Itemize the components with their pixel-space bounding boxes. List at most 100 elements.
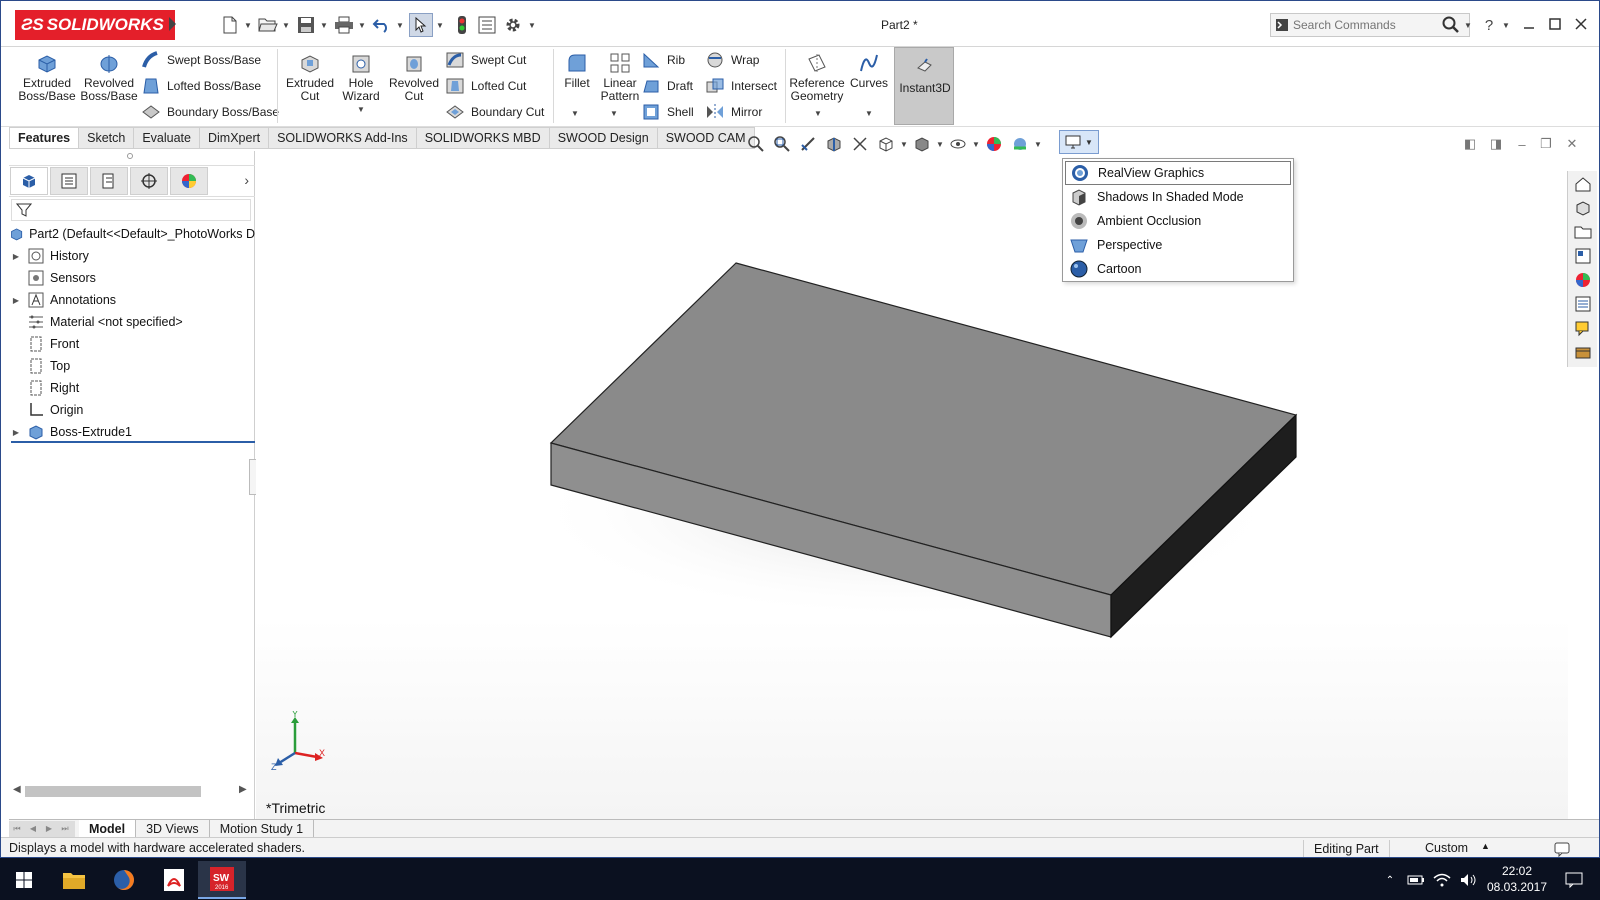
custom-properties-icon[interactable]: [1571, 293, 1595, 315]
tab-solidworks-add-ins[interactable]: SOLIDWORKS Add-Ins: [269, 127, 417, 149]
solidworks-resources-home-icon[interactable]: [1571, 173, 1595, 195]
tab-model[interactable]: Model: [79, 820, 137, 837]
swept-cut-button[interactable]: Swept Cut: [445, 49, 526, 71]
search-input[interactable]: [1293, 18, 1433, 32]
show-hidden-icons-icon[interactable]: ⌃: [1380, 861, 1400, 899]
scroll-thumb[interactable]: [25, 786, 201, 797]
fillet-button[interactable]: Fillet: [559, 51, 595, 90]
menu-item-ambient-occlusion[interactable]: Ambient Occlusion: [1065, 209, 1291, 233]
apply-scene-icon[interactable]: [1007, 133, 1033, 155]
instant3d-button[interactable]: Instant3D: [894, 47, 954, 125]
draft-button[interactable]: Draft: [641, 75, 693, 97]
tree-item-sensors[interactable]: Sensors: [9, 267, 255, 289]
file-properties-icon[interactable]: [475, 13, 499, 37]
viewport-minimize-icon[interactable]: –: [1513, 135, 1531, 153]
chevron-down-icon[interactable]: ▼: [527, 13, 537, 37]
menu-expand-icon[interactable]: [169, 17, 176, 31]
tab-swood-design[interactable]: SWOOD Design: [549, 127, 658, 149]
print-icon[interactable]: [331, 13, 357, 37]
chevron-up-icon[interactable]: ▲: [1481, 841, 1490, 851]
tab-swood-cam[interactable]: SWOOD CAM: [657, 127, 755, 149]
wrap-button[interactable]: Wrap: [705, 49, 759, 71]
plate-model[interactable]: [256, 151, 1568, 819]
select-cursor-icon[interactable]: [409, 13, 433, 37]
intersect-button[interactable]: Intersect: [705, 75, 777, 97]
chevron-down-icon[interactable]: ▼: [814, 109, 822, 118]
graphics-area[interactable]: [256, 151, 1568, 819]
tree-item-boss-extrude1[interactable]: ▶ Boss-Extrude1: [9, 421, 255, 443]
previous-view-icon[interactable]: [795, 133, 821, 155]
last-tab-icon[interactable]: ⏭: [57, 821, 73, 837]
chevron-down-icon[interactable]: ▼: [971, 140, 981, 149]
menu-item-cartoon[interactable]: Cartoon: [1065, 257, 1291, 281]
tree-item-material[interactable]: Material <not specified>: [9, 311, 255, 333]
chevron-right-icon[interactable]: ›: [244, 172, 249, 188]
zoom-to-area-icon[interactable]: [769, 133, 795, 155]
solidworks-taskbar-icon[interactable]: SW 2016: [198, 861, 246, 899]
lofted-cut-button[interactable]: Lofted Cut: [445, 75, 526, 97]
expand-icon[interactable]: ▶: [9, 252, 23, 261]
split-right-icon[interactable]: ◨: [1487, 135, 1505, 153]
chevron-down-icon[interactable]: ▼: [935, 140, 945, 149]
chevron-down-icon[interactable]: ▼: [610, 109, 618, 118]
extruded-boss-button[interactable]: Extruded Boss/Base: [18, 51, 76, 103]
tab-dimxpert[interactable]: DimXpert: [199, 127, 270, 149]
file-explorer-taskbar-icon[interactable]: [50, 861, 98, 899]
tree-item-annotations[interactable]: ▶ Annotations: [9, 289, 255, 311]
view-palette-icon[interactable]: [1571, 245, 1595, 267]
chevron-down-icon[interactable]: ▼: [395, 13, 405, 37]
appearances-scenes-icon[interactable]: [1571, 269, 1595, 291]
chevron-down-icon[interactable]: ▼: [1033, 140, 1043, 149]
tab-features[interactable]: Features: [9, 127, 80, 149]
close-icon[interactable]: [1569, 13, 1593, 35]
view-settings-button[interactable]: ▼: [1059, 130, 1099, 154]
property-manager-tab-icon[interactable]: [50, 167, 88, 195]
chevron-down-icon[interactable]: ▼: [435, 13, 445, 37]
new-document-icon[interactable]: [217, 13, 243, 37]
tree-filter[interactable]: [11, 199, 251, 221]
battery-icon[interactable]: [1404, 861, 1428, 899]
section-view-icon[interactable]: [821, 133, 847, 155]
chevron-down-icon[interactable]: ▼: [357, 13, 367, 37]
menu-item-realview-graphics[interactable]: RealView Graphics: [1065, 161, 1291, 185]
horizontal-scrollbar[interactable]: ◀ ▶: [11, 783, 251, 799]
tab-solidworks-mbd[interactable]: SOLIDWORKS MBD: [416, 127, 550, 149]
firefox-icon[interactable]: [100, 861, 148, 899]
hide-show-items-icon[interactable]: [945, 133, 971, 155]
acrobat-reader-icon[interactable]: [150, 861, 198, 899]
tab-sketch[interactable]: Sketch: [79, 127, 135, 149]
file-explorer-icon[interactable]: [1571, 221, 1595, 243]
chevron-down-icon[interactable]: ▼: [319, 13, 329, 37]
display-manager-tab-icon[interactable]: [170, 167, 208, 195]
view-orientation-icon[interactable]: [873, 133, 899, 155]
wifi-icon[interactable]: [1430, 861, 1454, 899]
edit-appearance-icon[interactable]: [981, 133, 1007, 155]
tree-item-top-plane[interactable]: Top: [9, 355, 255, 377]
tree-item-right-plane[interactable]: Right: [9, 377, 255, 399]
volume-icon[interactable]: [1456, 861, 1480, 899]
chevron-down-icon[interactable]: ▼: [899, 140, 909, 149]
dynamic-annotation-icon[interactable]: [847, 133, 873, 155]
extruded-cut-button[interactable]: Extruded Cut: [285, 51, 335, 103]
scroll-right-icon[interactable]: ▶: [239, 784, 247, 795]
curves-button[interactable]: Curves: [849, 51, 889, 90]
units-selector[interactable]: Custom: [1425, 841, 1468, 855]
hole-wizard-button[interactable]: Hole Wizard ▼: [339, 51, 383, 116]
feature-manager-tab-icon[interactable]: [10, 167, 48, 195]
help-icon[interactable]: ?: [1481, 13, 1497, 37]
tree-root-part[interactable]: Part2 (Default<<Default>_PhotoWorks D: [9, 223, 255, 245]
next-tab-icon[interactable]: ▶: [41, 821, 57, 837]
panel-handle-icon[interactable]: [127, 153, 133, 159]
zoom-to-fit-icon[interactable]: [743, 133, 769, 155]
tab-evaluate[interactable]: Evaluate: [134, 127, 200, 149]
configuration-manager-tab-icon[interactable]: [90, 167, 128, 195]
solidworks-logo[interactable]: ƧS SOLIDWORKS: [15, 10, 175, 40]
first-tab-icon[interactable]: ⏮: [9, 821, 25, 837]
display-style-icon[interactable]: [909, 133, 935, 155]
previous-tab-icon[interactable]: ◀: [25, 821, 41, 837]
rebuild-traffic-light-icon[interactable]: [451, 13, 473, 37]
rib-button[interactable]: Rib: [641, 49, 685, 71]
boundary-boss-button[interactable]: Boundary Boss/Base: [141, 101, 279, 123]
maximize-icon[interactable]: [1543, 13, 1567, 35]
viewport-close-icon[interactable]: ✕: [1563, 135, 1581, 153]
